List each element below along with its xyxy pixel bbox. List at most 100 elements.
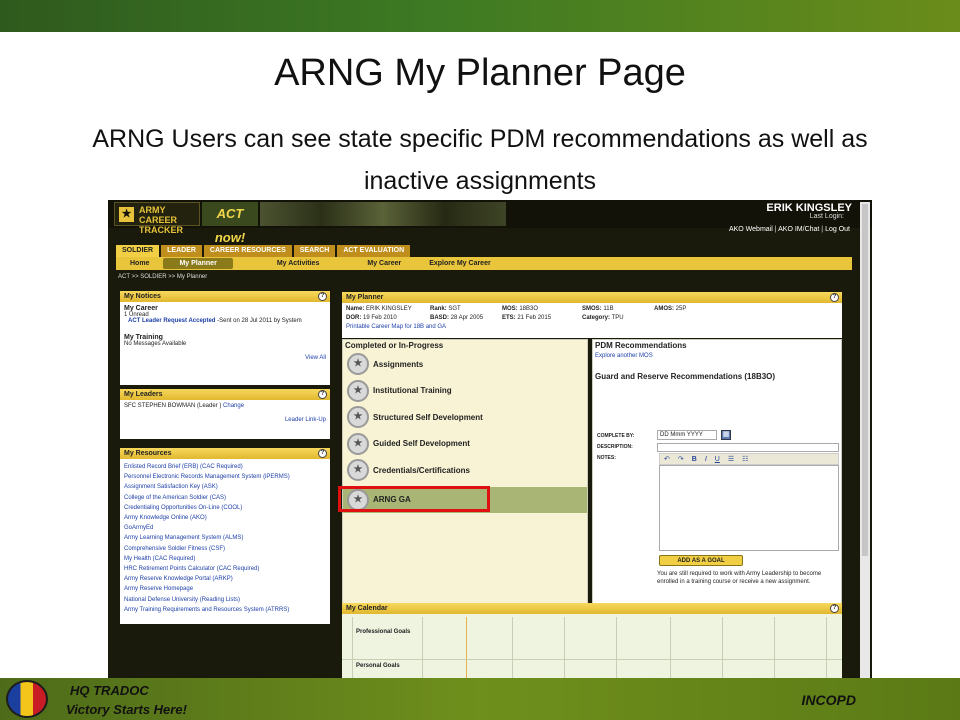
name-value: ERIK KINGSLEY — [366, 306, 412, 312]
slide-top-bar — [0, 0, 960, 32]
resource-link[interactable]: My Health (CAC Required) — [124, 554, 326, 564]
main-tabs: SOLDIER LEADER CAREER RESOURCES SEARCH A… — [116, 245, 412, 257]
planner-item-credentials[interactable]: ★ Credentials/Certifications — [343, 457, 587, 484]
resource-link[interactable]: Credentialing Opportunities On-Line (COO… — [124, 503, 326, 513]
star-badge-icon: ★ — [347, 406, 369, 429]
subnav-my-career[interactable]: My Career — [353, 260, 415, 267]
subnav-home[interactable]: Home — [116, 260, 163, 267]
planner-item-assignments[interactable]: ★ Assignments — [343, 351, 587, 378]
ako-webmail-link[interactable]: AKO Webmail — [729, 226, 773, 233]
view-all-link[interactable]: View All — [124, 355, 326, 361]
description-label: Description: — [597, 444, 633, 450]
panel-title: My Resources — [124, 450, 172, 457]
resource-link[interactable]: Enlisted Record Brief (ERB) (CAC Require… — [124, 462, 326, 472]
planner-item-guided-self-development[interactable]: ★ Guided Self Development — [343, 431, 587, 458]
category-value: TPU — [611, 315, 624, 321]
basd-value: 28 Apr 2005 — [450, 315, 484, 321]
resource-link[interactable]: Army Learning Management System (ALMS) — [124, 533, 326, 543]
guard-heading: Guard and Reserve Recommendations (18B3O… — [595, 372, 776, 381]
resource-link[interactable]: GoArmyEd — [124, 523, 326, 533]
bold-icon[interactable]: B — [692, 456, 697, 463]
resource-link[interactable]: College of the American Soldier (CAS) — [124, 493, 326, 503]
notice-link[interactable]: ACT Leader Request Accepted — [128, 318, 215, 324]
my-calendar-panel: My Calendar? Professional Goals Personal… — [342, 603, 842, 678]
grid-line — [512, 617, 513, 678]
change-leader-link[interactable]: Change — [223, 403, 244, 409]
rank-value: SGT — [448, 306, 461, 312]
ets-label: ETS: — [502, 315, 516, 321]
leader-link-up[interactable]: Leader Link-Up — [124, 417, 326, 423]
planner-item-label: Assignments — [373, 359, 424, 369]
name-label: Name: — [346, 306, 365, 312]
resource-link[interactable]: HRC Retirement Points Calculator (CAC Re… — [124, 564, 326, 574]
act-logo[interactable]: ★ ARMY CAREER TRACKER — [114, 202, 200, 235]
subnav-explore-my-career[interactable]: Explore My Career — [415, 260, 504, 267]
help-icon[interactable]: ? — [318, 390, 327, 399]
date-input[interactable]: DD Mmm YYYY — [657, 430, 717, 440]
scrollbar-thumb[interactable] — [862, 204, 868, 556]
star-badge-icon: ★ — [347, 353, 369, 376]
resource-link[interactable]: Army Training Requirements and Resources… — [124, 605, 326, 615]
tab-career-resources[interactable]: CAREER RESOURCES — [203, 245, 292, 257]
logo-line-2: CAREER TRACKER — [139, 215, 183, 235]
resource-link[interactable]: National Defense University (Reading Lis… — [124, 595, 326, 605]
resource-link[interactable]: Personnel Electronic Records Management … — [124, 472, 326, 482]
undo-icon[interactable]: ↶ — [664, 455, 670, 463]
complete-by-label: Complete by: — [597, 433, 635, 439]
resource-link[interactable]: Army Reserve Homepage — [124, 584, 326, 594]
tab-leader[interactable]: LEADER — [161, 245, 202, 257]
grid-line — [616, 617, 617, 678]
career-map-link[interactable]: Printable Career Map for 18B and GA — [346, 323, 838, 332]
rank-label: Rank: — [430, 306, 447, 312]
my-planner-panel: My Planner? Name: ERIK KINGSLEY Rank: SG… — [342, 292, 842, 338]
planner-item-structured-self-development[interactable]: ★ Structured Self Development — [343, 404, 587, 431]
subnav-my-planner[interactable]: My Planner — [163, 258, 233, 269]
resource-link[interactable]: Army Reserve Knowledge Portal (ARKP) — [124, 574, 326, 584]
logout-link[interactable]: Log Out — [825, 226, 850, 233]
resource-link[interactable]: Army Knowledge Online (AKO) — [124, 513, 326, 523]
underline-icon[interactable]: U — [715, 456, 720, 463]
description-input[interactable] — [657, 443, 839, 452]
amos-value: 25P — [675, 306, 687, 312]
help-icon[interactable]: ? — [830, 293, 839, 302]
explore-mos-link[interactable]: Explore another MOS — [593, 351, 841, 361]
help-icon[interactable]: ? — [318, 449, 327, 458]
grid-line — [670, 617, 671, 678]
planner-item-institutional-training[interactable]: ★ Institutional Training — [343, 378, 587, 405]
notice-info: -Sent on 28 Jul 2011 by System — [215, 318, 302, 324]
panel-title: My Calendar — [346, 605, 388, 612]
grid-line — [722, 617, 723, 678]
calendar-icon[interactable]: ▦ — [721, 430, 731, 440]
my-leaders-panel: My Leaders? SFC STEPHEN BOWMAN (Leader )… — [120, 389, 330, 439]
grid-line — [564, 617, 565, 678]
help-icon[interactable]: ? — [830, 604, 839, 613]
resource-link[interactable]: Assignment Satisfaction Key (ASK) — [124, 482, 326, 492]
help-icon[interactable]: ? — [318, 292, 327, 301]
panel-header: My Leaders? — [120, 389, 330, 400]
ordered-list-icon[interactable]: ☰ — [728, 455, 734, 463]
italic-icon[interactable]: I — [705, 456, 707, 463]
planner-item-label: Institutional Training — [373, 386, 452, 396]
pdm-panel: PDM Recommendations Explore another MOS … — [592, 339, 842, 607]
app-header: ★ ARMY CAREER TRACKER ACT now! ERIK KING… — [108, 200, 872, 245]
notes-editor[interactable] — [659, 465, 839, 551]
footer-motto: Victory Starts Here! — [66, 702, 187, 717]
tab-soldier[interactable]: SOLDIER — [116, 245, 160, 257]
subnav-my-activities[interactable]: My Activities — [263, 260, 334, 267]
add-as-goal-button[interactable]: ADD AS A GOAL — [659, 555, 743, 566]
footer-org: HQ TRADOC — [70, 683, 149, 698]
amos-label: AMOS: — [654, 306, 674, 312]
bullet-list-icon[interactable]: ☷ — [742, 455, 748, 463]
panel-title: My Leaders — [124, 391, 163, 398]
army-star-icon: ★ — [119, 207, 134, 222]
header-photos — [260, 202, 506, 226]
tab-search[interactable]: SEARCH — [293, 245, 336, 257]
resource-link[interactable]: Comprehensive Soldier Fitness (CSF) — [124, 544, 326, 554]
ako-chat-link[interactable]: AKO IM/Chat — [778, 226, 819, 233]
panel-header: My Calendar? — [342, 603, 842, 614]
redo-icon[interactable]: ↷ — [678, 455, 684, 463]
tab-act-evaluation[interactable]: ACT EVALUATION — [337, 245, 411, 257]
panel-title: My Planner — [346, 294, 384, 301]
my-resources-panel: My Resources? Enlisted Record Brief (ERB… — [120, 448, 330, 624]
today-marker — [466, 617, 467, 678]
